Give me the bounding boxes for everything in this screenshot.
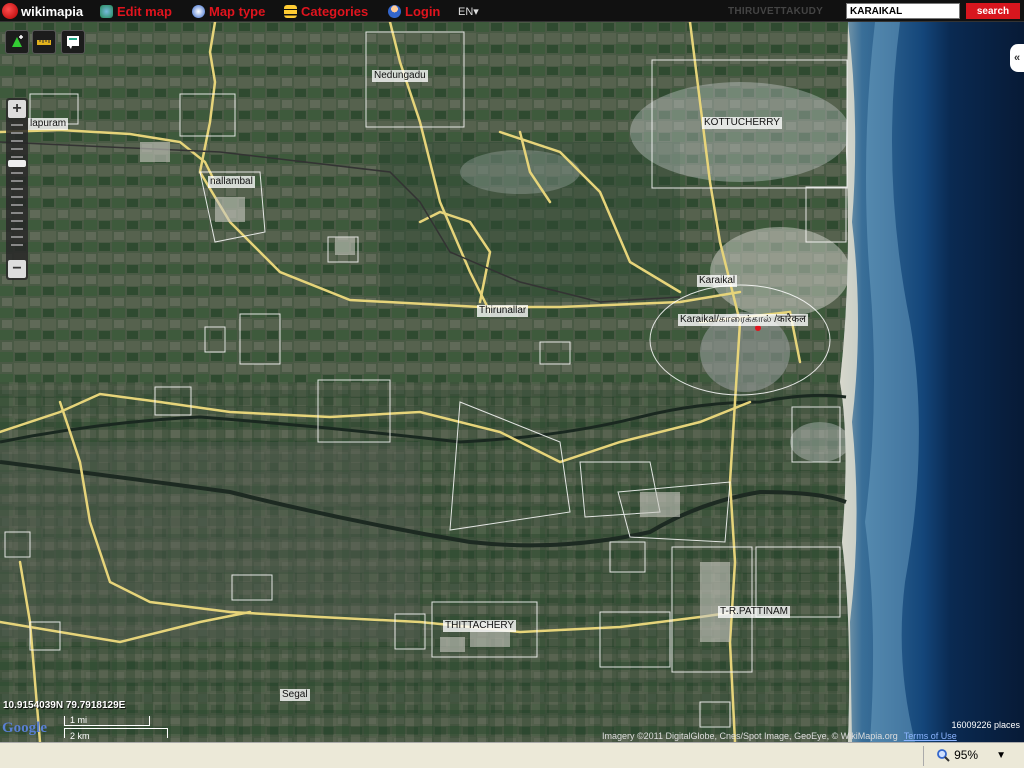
zoom-tick [11, 236, 23, 238]
wikimapia-logo[interactable]: wikimapia [2, 2, 83, 20]
collapse-panel-button[interactable]: « [1010, 44, 1024, 72]
ruler-button[interactable] [32, 30, 56, 54]
zoom-tick [11, 204, 23, 206]
scale-label-km: 2 km [70, 731, 90, 741]
zoom-tick [11, 212, 23, 214]
map-label-segal[interactable]: Segal [280, 689, 310, 701]
map-label-thittachery[interactable]: THITTACHERY [443, 620, 517, 632]
logo-text: wikimapia [21, 3, 84, 19]
map-imagery [0, 22, 1024, 742]
wikimapia-logo-icon [2, 3, 18, 19]
edit-map-button[interactable]: Edit map [100, 3, 172, 19]
map-label-nallambal[interactable]: nallambal [208, 176, 255, 188]
zoom-tick [11, 156, 23, 158]
zoom-tick [11, 196, 23, 198]
browser-status-bar: 95% ▼ [0, 742, 1024, 768]
coordinates-readout: 10.9154039N 79.7918129E [3, 700, 126, 711]
map-label-karaikal[interactable]: Karaikal [697, 275, 738, 287]
page-zoom-control[interactable]: 95% ▼ [936, 748, 1006, 762]
chevron-down-icon[interactable]: ▼ [996, 750, 1006, 761]
magnifier-icon [937, 749, 950, 762]
search-button[interactable]: search [966, 3, 1020, 19]
map-label-lapuram[interactable]: lapuram [28, 118, 69, 130]
compass-icon [192, 4, 205, 18]
zoom-tick [11, 140, 23, 142]
categories-icon [284, 4, 297, 18]
zoom-tick [11, 220, 23, 222]
map-attribution: Imagery ©2011 DigitalGlobe, Cnes/Spot Im… [602, 731, 957, 741]
language-label: EN [458, 6, 474, 18]
login-button[interactable]: Login [388, 3, 440, 19]
login-label: Login [405, 3, 441, 19]
scale-bar: 1 mi 2 km [64, 712, 168, 742]
chevron-down-icon: ▾ [473, 6, 479, 18]
language-selector[interactable]: EN▾ [458, 5, 479, 18]
wikimapia-app: wikimapia Edit map Map type Categories L… [0, 0, 1024, 768]
map-type-label: Map type [209, 3, 266, 19]
ruler-icon [37, 40, 51, 45]
search-input[interactable] [846, 3, 960, 19]
categories-button[interactable]: Categories [284, 3, 368, 19]
map-label-karaikal-multilingual[interactable]: Karaikal/காரைக்கால் /कारैकल [678, 314, 808, 326]
zoom-tick [11, 132, 23, 134]
zoom-tick [11, 180, 23, 182]
edit-map-label: Edit map [117, 3, 172, 19]
zoom-tick [11, 188, 23, 190]
map-label-nedungadu[interactable]: Nedungadu [372, 70, 428, 82]
add-place-button[interactable] [5, 30, 29, 54]
status-divider [923, 746, 924, 766]
zoom-tick [11, 244, 23, 246]
map-label-kottucherry[interactable]: KOTTUCHERRY [702, 117, 782, 129]
terms-of-use-link[interactable]: Terms of Use [904, 731, 957, 741]
places-count: 16009226 places [951, 720, 1020, 730]
attribution-text: Imagery ©2011 DigitalGlobe, Cnes/Spot Im… [602, 731, 898, 741]
page-zoom-value: 95% [954, 748, 979, 762]
zoom-tick [11, 124, 23, 126]
categories-label: Categories [301, 3, 369, 19]
map-type-button[interactable]: Map type [192, 3, 265, 19]
zoom-control: + − [6, 98, 28, 280]
zoom-tick [11, 228, 23, 230]
user-icon [388, 4, 401, 18]
current-place-name: THIRUVETTAKUDY [728, 6, 824, 17]
zoom-tick [11, 148, 23, 150]
chat-button[interactable] [61, 30, 85, 54]
map-label-thirunallar[interactable]: Thirunallar [477, 305, 529, 317]
add-place-icon [12, 35, 23, 47]
google-logo[interactable]: Google [2, 720, 47, 737]
zoom-slider-thumb[interactable] [8, 160, 26, 167]
zoom-out-button[interactable]: − [8, 260, 26, 278]
zoom-tick [11, 172, 23, 174]
satellite-map[interactable]: Nedungadu KOTTUCHERRY lapuram nallambal … [0, 22, 1024, 742]
chat-icon [67, 36, 79, 49]
top-toolbar: wikimapia Edit map Map type Categories L… [0, 0, 1024, 22]
map-label-tr-pattinam[interactable]: T-R.PATTINAM [718, 606, 790, 618]
globe-edit-icon [100, 4, 113, 18]
zoom-in-button[interactable]: + [8, 100, 26, 118]
scale-label-miles: 1 mi [70, 715, 88, 725]
